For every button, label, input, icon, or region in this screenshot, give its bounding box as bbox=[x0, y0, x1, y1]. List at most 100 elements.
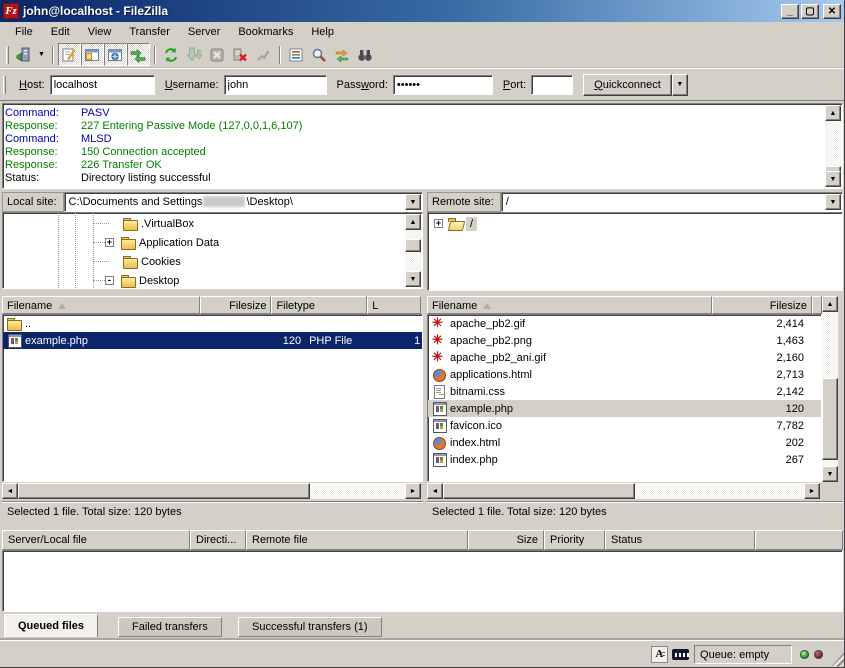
column-header-filesize[interactable]: Filesize bbox=[200, 296, 271, 314]
quickconnect-button[interactable]: Quickconnect bbox=[583, 74, 672, 96]
log-scrollbar[interactable]: ▲ ▼ bbox=[825, 105, 841, 187]
file-row[interactable]: applications.html2,713 bbox=[428, 366, 821, 383]
scrollbar-thumb[interactable] bbox=[18, 483, 310, 499]
site-manager-dropdown[interactable]: ▼ bbox=[35, 51, 48, 58]
remote-list-hscrollbar[interactable]: ◄ ► bbox=[427, 483, 820, 499]
file-row-parent[interactable]: .. bbox=[3, 315, 422, 332]
menu-bookmarks[interactable]: Bookmarks bbox=[229, 24, 302, 40]
menu-file[interactable]: File bbox=[6, 24, 42, 40]
scroll-down-button[interactable]: ▼ bbox=[405, 271, 421, 287]
local-list-hscrollbar[interactable]: ◄ ► bbox=[2, 483, 421, 499]
local-path: C:\Documents and Settings\Desktop\ bbox=[69, 196, 293, 208]
port-input[interactable] bbox=[531, 75, 573, 95]
toggle-message-log-button[interactable] bbox=[58, 43, 81, 66]
column-header-server-local-file[interactable]: Server/Local file bbox=[2, 530, 190, 550]
column-header-filename[interactable]: Filename bbox=[2, 296, 200, 314]
find-files-button[interactable] bbox=[354, 43, 377, 66]
file-row[interactable]: apache_pb2.gif2,414 bbox=[428, 315, 821, 332]
tree-item-application-data[interactable]: + Application Data bbox=[3, 233, 219, 252]
tree-item-cookies[interactable]: Cookies bbox=[3, 252, 181, 271]
remote-site-bar: Remote site: / ▼ bbox=[427, 192, 843, 212]
refresh-button[interactable] bbox=[160, 43, 183, 66]
file-row-selected[interactable]: example.php120 bbox=[428, 400, 821, 417]
tree-expand-button[interactable]: + bbox=[105, 238, 114, 247]
close-button[interactable]: ✕ bbox=[823, 4, 841, 19]
php-file-icon bbox=[432, 402, 447, 415]
scroll-up-button[interactable]: ▲ bbox=[405, 214, 421, 230]
toggle-local-tree-button[interactable] bbox=[81, 43, 104, 66]
toggle-remote-tree-button[interactable] bbox=[104, 43, 127, 66]
toggle-transfer-queue-button[interactable] bbox=[127, 43, 150, 66]
scroll-left-button[interactable]: ◄ bbox=[427, 483, 443, 499]
tree-collapse-button[interactable]: - bbox=[105, 276, 114, 285]
disconnect-button[interactable] bbox=[229, 43, 252, 66]
combo-dropdown-button[interactable]: ▼ bbox=[405, 194, 421, 210]
synchronized-browsing-button[interactable] bbox=[331, 43, 354, 66]
resize-grip[interactable] bbox=[831, 653, 844, 667]
scroll-up-button[interactable]: ▲ bbox=[825, 105, 841, 121]
combo-dropdown-button[interactable]: ▼ bbox=[825, 194, 841, 210]
scroll-right-button[interactable]: ► bbox=[804, 483, 820, 499]
toolbar-separator bbox=[52, 46, 54, 64]
local-tree-scrollbar[interactable]: ▲ ▼ bbox=[405, 214, 421, 287]
tab-failed-transfers[interactable]: Failed transfers bbox=[118, 617, 222, 637]
host-input[interactable] bbox=[50, 75, 155, 95]
username-input[interactable] bbox=[224, 75, 327, 95]
file-row-selected[interactable]: example.php 120 PHP File 1 bbox=[3, 332, 422, 349]
file-row[interactable]: apache_pb2.png1,463 bbox=[428, 332, 821, 349]
cancel-operation-button[interactable] bbox=[206, 43, 229, 66]
column-header-size[interactable]: Size bbox=[468, 530, 544, 550]
column-header-filesize[interactable]: Filesize bbox=[712, 296, 812, 314]
file-row[interactable]: index.html202 bbox=[428, 434, 821, 451]
column-header-direction[interactable]: Directi... bbox=[190, 530, 246, 550]
scroll-up-button[interactable]: ▲ bbox=[822, 296, 838, 312]
scroll-right-button[interactable]: ► bbox=[405, 483, 421, 499]
queue-status: Queue: empty bbox=[694, 645, 792, 664]
column-header-filetype[interactable]: Filetype bbox=[271, 296, 367, 314]
scroll-down-button[interactable]: ▼ bbox=[822, 466, 838, 482]
tree-expand-button[interactable]: + bbox=[434, 219, 443, 228]
remote-list-scrollbar[interactable]: ▲ ▼ bbox=[822, 296, 838, 482]
scroll-down-button[interactable]: ▼ bbox=[825, 171, 841, 187]
file-search-button[interactable] bbox=[308, 43, 331, 66]
menu-help[interactable]: Help bbox=[302, 24, 343, 40]
password-input[interactable] bbox=[393, 75, 493, 95]
menu-server[interactable]: Server bbox=[179, 24, 229, 40]
file-row[interactable]: bitnami.css2,142 bbox=[428, 383, 821, 400]
tree-item-desktop[interactable]: - Desktop bbox=[3, 271, 179, 289]
minimize-button[interactable]: _ bbox=[781, 4, 799, 19]
local-path-combo[interactable]: C:\Documents and Settings\Desktop\ ▼ bbox=[64, 192, 423, 212]
remote-site-label: Remote site: bbox=[427, 192, 501, 212]
scrollbar-thumb[interactable] bbox=[822, 378, 838, 460]
tab-successful-transfers[interactable]: Successful transfers (1) bbox=[238, 617, 382, 637]
tree-item-virtualbox[interactable]: .VirtualBox bbox=[3, 214, 194, 233]
file-row[interactable]: favicon.ico7,782 bbox=[428, 417, 821, 434]
quickconnect-dropdown[interactable]: ▼ bbox=[672, 74, 688, 96]
column-header-status[interactable]: Status bbox=[605, 530, 755, 550]
maximize-button[interactable]: ▢ bbox=[801, 4, 819, 19]
column-header-priority[interactable]: Priority bbox=[544, 530, 605, 550]
menu-view[interactable]: View bbox=[79, 24, 121, 40]
local-file-list: .. example.php 120 PHP File 1 bbox=[2, 314, 423, 482]
column-header-remote-file[interactable]: Remote file bbox=[246, 530, 468, 550]
quickconnect-grip bbox=[3, 76, 6, 94]
process-queue-button[interactable] bbox=[183, 43, 206, 66]
menu-transfer[interactable]: Transfer bbox=[120, 24, 179, 40]
file-row[interactable]: index.php267 bbox=[428, 451, 821, 468]
scrollbar-thumb[interactable] bbox=[443, 483, 635, 499]
css-file-icon bbox=[432, 385, 447, 398]
site-manager-button[interactable] bbox=[12, 43, 35, 66]
reconnect-button[interactable] bbox=[252, 43, 275, 66]
scroll-left-button[interactable]: ◄ bbox=[2, 483, 18, 499]
disconnect-icon bbox=[232, 47, 248, 63]
tab-queued-files[interactable]: Queued files bbox=[4, 614, 98, 637]
menu-edit[interactable]: Edit bbox=[42, 24, 79, 40]
column-header-modified[interactable]: L bbox=[367, 296, 421, 314]
file-row[interactable]: apache_pb2_ani.gif2,160 bbox=[428, 349, 821, 366]
filezilla-logo-icon: Fz bbox=[3, 3, 19, 19]
remote-path-combo[interactable]: / ▼ bbox=[501, 192, 843, 212]
scrollbar-thumb[interactable] bbox=[405, 239, 421, 252]
column-header-filename[interactable]: Filename bbox=[427, 296, 712, 314]
tree-item-root[interactable]: + / bbox=[428, 214, 477, 233]
directory-filters-button[interactable] bbox=[285, 43, 308, 66]
